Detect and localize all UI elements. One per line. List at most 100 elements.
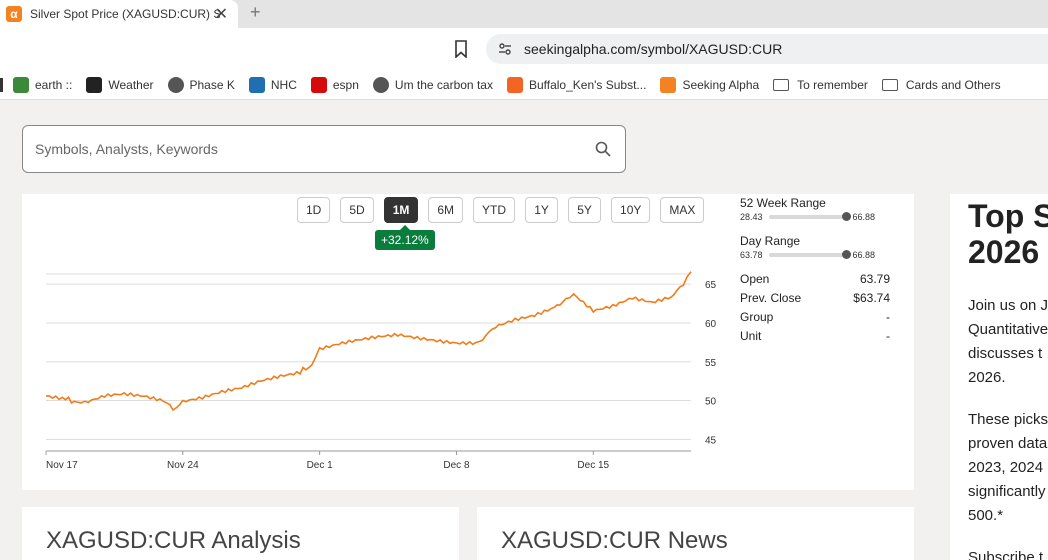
y-tick-label: 50 [705, 397, 717, 408]
folder-icon [773, 78, 790, 91]
analysis-title[interactable]: XAGUSD:CUR Analysis [46, 527, 301, 555]
url-text: seekingalpha.com/symbol/XAGUSD:CUR [524, 41, 783, 57]
stat-label: Prev. Close [740, 291, 802, 305]
stat-value: - [886, 329, 890, 343]
bookmark-to-remember[interactable]: To remember [773, 78, 868, 92]
stat-row-unit: Unit - [740, 329, 890, 343]
promo-text-line: proven data [968, 435, 1048, 452]
bookmark-label: Cards and Others [905, 77, 1001, 92]
bookmark-phase-k[interactable]: Phase K [167, 76, 235, 93]
bookmark-label: Um the carbon tax [394, 77, 493, 92]
bookmark-um-the-carbon-tax[interactable]: Um the carbon tax [372, 76, 493, 93]
stat-value: - [886, 310, 890, 324]
site-info-icon[interactable] [498, 42, 512, 56]
price-line-chart[interactable]: 45 50 55 60 65 Nov 17 Nov 24 Dec 1 Dec 8 Dec 15 [22, 194, 722, 490]
x-tick-label: Nov 24 [167, 460, 199, 471]
price-chart-card: 1D 5D 1M 6M YTD 1Y 5Y 10Y MAX +32.12% 45 50 55 60 65… [22, 194, 914, 490]
promo-title-line2: 2026 [968, 234, 1040, 270]
stat-label: Unit [740, 329, 762, 343]
week52-low: 28.43 [740, 212, 763, 222]
bookmark-label: Phase K [189, 77, 235, 92]
promo-title-line1: Top S [968, 198, 1048, 234]
bookmark-label: Seeking Alpha [682, 77, 760, 92]
bookmark-cards-and-others[interactable]: Cards and Others [881, 77, 1001, 92]
browser-tab[interactable]: α Silver Spot Price (XAGUSD:CUR) S ✕ [0, 0, 238, 28]
y-tick-label: 55 [705, 358, 717, 369]
news-title[interactable]: XAGUSD:CUR News [501, 527, 728, 555]
promo-title: Top S 2026 [968, 198, 1048, 270]
week52-high: 66.88 [852, 212, 876, 222]
news-card: XAGUSD:CUR News [477, 507, 914, 560]
bookmark-buffalo-ken-s-subst[interactable]: Buffalo_Ken's Subst... [506, 76, 647, 93]
promo-text-line: Subscribe t [968, 549, 1044, 560]
stat-label: Group [740, 310, 774, 324]
bookmark-page-icon[interactable] [454, 40, 468, 58]
bookmark-label: To remember [797, 77, 868, 92]
promo-text-line: discusses t [968, 345, 1043, 362]
seeking-alpha-icon [660, 76, 677, 93]
bookmark-label: Weather [108, 77, 154, 92]
price-series-line[interactable] [46, 271, 692, 412]
new-tab-button[interactable]: + [250, 2, 261, 23]
globe-icon [167, 76, 184, 93]
bookmark-overflow[interactable] [0, 77, 3, 92]
x-tick-label: Dec 1 [307, 460, 334, 471]
day-range: Day Range 63.78 66.88 [740, 234, 890, 260]
tab-title: Silver Spot Price (XAGUSD:CUR) S [30, 7, 220, 21]
promo-text-line: significantly [968, 483, 1046, 500]
weather-icon [86, 76, 103, 93]
stat-value: $63.74 [853, 291, 890, 305]
bookmark-seeking-alpha[interactable]: Seeking Alpha [660, 76, 760, 93]
tab-close-icon[interactable]: ✕ [215, 4, 228, 24]
bookmark-label: earth :: [35, 77, 73, 92]
promo-text-line: Join us on J [968, 297, 1048, 314]
day-low: 63.78 [740, 250, 763, 260]
x-tick-label: Nov 17 [46, 460, 78, 471]
bookmark-label: NHC [270, 77, 297, 92]
day-high: 66.88 [852, 250, 876, 260]
week52-range-label: 52 Week Range [740, 196, 826, 210]
url-field[interactable]: seekingalpha.com/symbol/XAGUSD:CUR [486, 34, 1048, 64]
y-tick-label: 45 [705, 435, 717, 446]
analysis-card: XAGUSD:CUR Analysis [22, 507, 459, 560]
x-tick-label: Dec 15 [577, 460, 609, 471]
espn-icon [310, 76, 327, 93]
day-range-label: Day Range [740, 234, 801, 248]
browser-tab-bar: α Silver Spot Price (XAGUSD:CUR) S ✕ + [0, 0, 1048, 28]
promo-text-line: 2026. [968, 369, 1006, 386]
promo-text-line: These picks [968, 411, 1048, 428]
promo-panel: Top S 2026 Join us on J Quantitative discu… [950, 194, 1048, 560]
seeking-alpha-favicon-icon: α [6, 6, 22, 22]
search-icon[interactable] [595, 141, 611, 157]
x-tick-label: Dec 8 [443, 460, 470, 471]
week52-range-track [768, 212, 852, 221]
symbol-search-box[interactable] [22, 125, 626, 173]
day-range-marker [842, 250, 852, 259]
globe-icon [372, 76, 389, 93]
bookmark-label: Buffalo_Ken's Subst... [528, 77, 647, 92]
stat-row-open: Open 63.79 [740, 272, 890, 286]
folder-icon [881, 78, 898, 91]
search-input[interactable] [35, 141, 575, 157]
noaa-icon [248, 76, 265, 93]
stat-row-group: Group - [740, 310, 890, 324]
address-bar-row: seekingalpha.com/symbol/XAGUSD:CUR [0, 28, 1048, 70]
bookmark-icon [506, 76, 523, 93]
week52-range: 52 Week Range 28.43 66.88 [740, 196, 890, 222]
day-range-track [768, 250, 852, 259]
promo-text-line: 500.* [968, 507, 1004, 524]
stat-label: Open [740, 272, 770, 286]
y-tick-label: 60 [705, 319, 717, 330]
bookmark-weather[interactable]: Weather [86, 76, 154, 93]
promo-text-line: Quantitative [968, 321, 1048, 338]
y-tick-label: 65 [705, 280, 717, 291]
bookmark-earth[interactable]: earth :: [13, 76, 73, 93]
stat-value: 63.79 [859, 272, 890, 286]
week52-range-marker [842, 212, 852, 221]
bookmark-nhc[interactable]: NHC [248, 76, 297, 93]
promo-text-line: 2023, 2024 [968, 459, 1044, 476]
bookmark-espn[interactable]: espn [310, 76, 359, 93]
bookmarks-bar: earth :: Weather Phase K NHC espn Um the carb… [0, 70, 1048, 100]
bookmark-label: espn [332, 77, 359, 92]
earth-icon [13, 76, 29, 93]
